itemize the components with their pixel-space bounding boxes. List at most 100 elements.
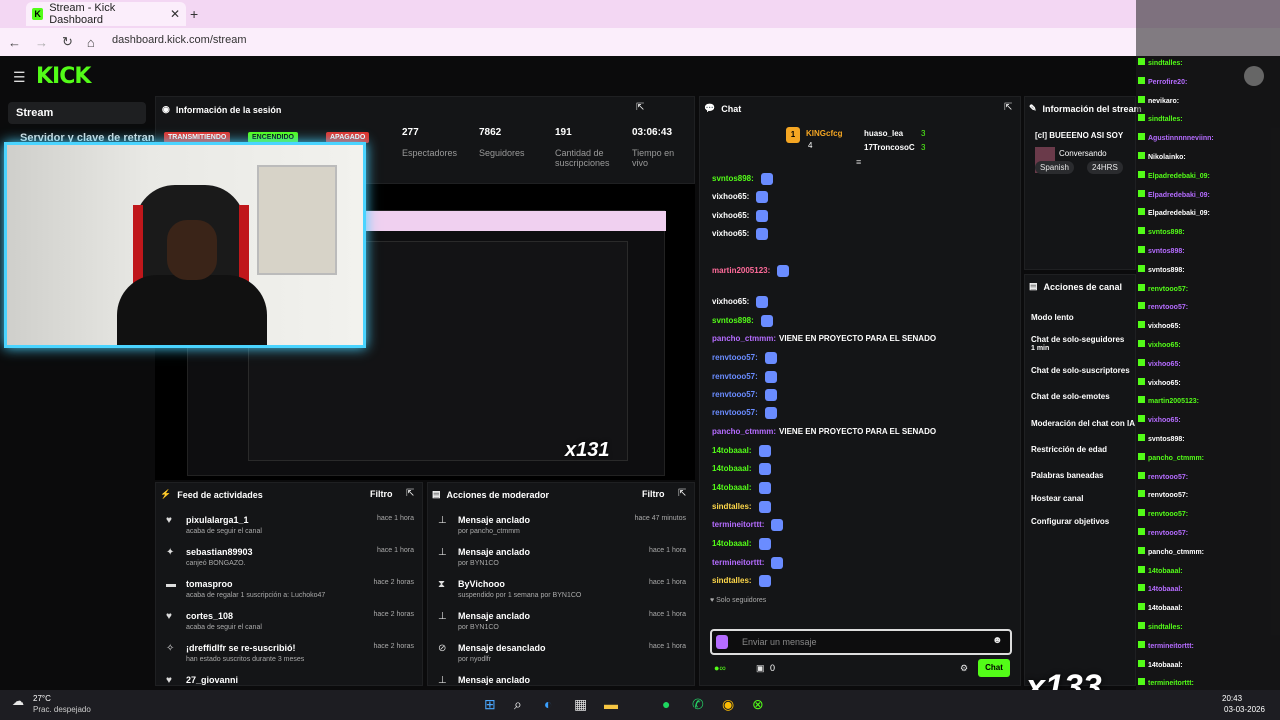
points-icon[interactable]: ●∞ — [714, 663, 726, 673]
chat-message[interactable]: 14tobaaal: — [712, 463, 771, 475]
chat-username[interactable]: pancho_ctmmm: — [712, 334, 776, 343]
chat-input[interactable]: Enviar un mensaje — [742, 637, 817, 647]
list-item[interactable]: ⊥ Mensaje anclado por BYN1CO hace 1 hora — [438, 611, 686, 631]
chat-username[interactable]: vixhoo65: — [712, 211, 749, 220]
followers-only-toggle[interactable]: Chat de solo-seguidores — [1031, 335, 1124, 344]
chat-username[interactable]: renvtooo57: — [712, 353, 758, 362]
list-item[interactable]: ⊘ Mensaje desanclado por nyodlfr hace 1 hor… — [438, 643, 686, 663]
chat-username[interactable]: sindtalles: — [712, 576, 752, 585]
chat-message[interactable]: sindtalles: — [712, 575, 771, 587]
chat-username[interactable]: vixhoo65: — [712, 297, 749, 306]
chat-message[interactable]: 14tobaaal: — [712, 482, 771, 494]
whatsapp-icon[interactable]: ✆ — [692, 696, 704, 713]
chrome-icon[interactable]: ◉ — [722, 696, 734, 713]
avatar[interactable] — [1244, 66, 1264, 86]
search-icon[interactable]: ⌕ — [514, 696, 522, 713]
list-item[interactable]: ✧ ¡dreffidlfr se re-suscribió! han estado … — [166, 643, 414, 663]
popout-icon[interactable]: ⇱ — [1004, 102, 1012, 113]
back-icon[interactable]: ← — [8, 35, 21, 50]
subs-only-toggle[interactable]: Chat de solo-suscriptores — [1031, 366, 1130, 375]
xbox-icon[interactable]: ⊗ — [752, 696, 764, 713]
list-item[interactable]: ▬ tomasproo acaba de regalar 1 suscripción… — [166, 579, 414, 599]
chat-message[interactable]: vixhoo65: — [712, 191, 769, 203]
folder-icon[interactable]: ▬ — [604, 696, 618, 712]
list-item[interactable]: ⊥ Mensaje anclado por BYN1CO hace 1 hora — [438, 547, 686, 567]
store-icon[interactable]: ▦ — [574, 696, 587, 713]
chat-message[interactable]: pancho_ctmmm: VIENE EN PROYECTO PARA EL S… — [712, 426, 952, 438]
goals-button[interactable]: Configurar objetivos — [1031, 517, 1109, 526]
popout-icon[interactable]: ⇱ — [636, 102, 644, 113]
chat-message[interactable]: termineitorttt: — [712, 519, 784, 531]
list-item[interactable]: ✦ sebastian89903 canjeó BONGAZO. hace 1 hor… — [166, 547, 414, 567]
filter-button[interactable]: Filtro — [642, 489, 665, 499]
chat-username[interactable]: 14tobaaal: — [712, 539, 752, 548]
chat-username[interactable]: vixhoo65: — [712, 192, 749, 201]
slow-mode-toggle[interactable]: Modo lento — [1031, 313, 1074, 322]
chat-message[interactable]: renvtooo57: — [712, 371, 777, 383]
list-item[interactable]: ⧗ ByVichooo suspendido por 1 semana por BY… — [438, 579, 686, 599]
banned-words-button[interactable]: Palabras baneadas — [1031, 471, 1103, 480]
chat-message[interactable]: svntos898: — [712, 315, 773, 327]
url-field[interactable]: dashboard.kick.com/stream — [112, 34, 247, 46]
sidebar-item-stream[interactable]: Stream — [8, 102, 146, 124]
forward-icon[interactable]: → — [35, 35, 48, 50]
chat-message[interactable]: vixhoo65: — [712, 296, 769, 308]
edge-icon[interactable]: ◐ — [544, 696, 552, 712]
chat-username[interactable]: 14tobaaal: — [712, 446, 752, 455]
list-item[interactable]: ⊥ Mensaje anclado — [438, 675, 686, 688]
list-item[interactable]: ⊥ Mensaje anclado por pancho_ctmmm hace 47 … — [438, 515, 686, 535]
chat-message[interactable]: 14tobaaal: — [712, 538, 771, 550]
spotify-icon[interactable]: ● — [662, 696, 670, 712]
popout-icon[interactable]: ⇱ — [406, 488, 414, 499]
chat-username[interactable]: 14tobaaal: — [712, 464, 752, 473]
reload-icon[interactable]: ↻ — [62, 34, 73, 50]
list-item[interactable]: ♥ 27_giovanni — [166, 675, 414, 688]
chat-message[interactable]: 14tobaaal: — [712, 445, 771, 457]
list-item[interactable]: ♥ pixulalarga1_1 acaba de seguir el canal h… — [166, 515, 414, 535]
emotes-only-toggle[interactable]: Chat de solo-emotes — [1031, 392, 1110, 401]
chat-username[interactable]: svntos898: — [712, 316, 754, 325]
browser-tab[interactable]: K Stream - Kick Dashboard ✕ — [26, 2, 186, 26]
host-channel-button[interactable]: Hostear canal — [1031, 494, 1083, 503]
chat-username[interactable]: sindtalles: — [712, 502, 752, 511]
mic-icon[interactable] — [716, 635, 728, 649]
close-tab-icon[interactable]: ✕ — [170, 7, 180, 21]
overlay-chat-line: vixhoo65: — [1138, 340, 1181, 349]
menu-icon[interactable]: ☰ — [13, 69, 26, 86]
chat-username[interactable]: vixhoo65: — [712, 229, 749, 238]
chat-username[interactable]: martin2005123: — [712, 266, 770, 275]
chat-username[interactable]: renvtooo57: — [712, 372, 758, 381]
home-icon[interactable]: ⌂ — [87, 35, 95, 50]
emoji-icon[interactable]: ☻ — [992, 635, 1003, 646]
chat-username[interactable]: svntos898: — [712, 174, 754, 183]
chat-message[interactable]: termineitorttt: — [712, 557, 784, 569]
popout-icon[interactable]: ⇱ — [678, 488, 686, 499]
chat-message[interactable]: renvtooo57: — [712, 352, 777, 364]
send-chat-button[interactable]: Chat — [978, 659, 1010, 677]
chat-username[interactable]: renvtooo57: — [712, 408, 758, 417]
start-icon[interactable]: ⊞ — [484, 696, 496, 713]
chat-message[interactable]: vixhoo65: — [712, 228, 769, 240]
gift-icon[interactable]: ▣ — [756, 663, 765, 674]
chat-message[interactable]: martin2005123: — [712, 265, 790, 277]
chat-username[interactable]: termineitorttt: — [712, 558, 764, 567]
chat-message[interactable]: sindtalles: — [712, 501, 771, 513]
kick-logo[interactable]: KICK — [36, 64, 91, 89]
new-tab-icon[interactable]: + — [190, 6, 198, 22]
ai-moderation-toggle[interactable]: Moderación del chat con IA — [1031, 419, 1135, 428]
chat-message[interactable]: renvtooo57: — [712, 407, 777, 419]
chat-username[interactable]: pancho_ctmmm: — [712, 427, 776, 436]
list-item[interactable]: ♥ cortes_108 acaba de seguir el canal hace … — [166, 611, 414, 631]
gear-icon[interactable]: ⚙ — [960, 663, 968, 674]
chat-message[interactable]: vixhoo65: — [712, 210, 769, 222]
age-restriction-toggle[interactable]: Restricción de edad — [1031, 445, 1107, 454]
chat-message[interactable]: renvtooo57: — [712, 389, 777, 401]
chat-message[interactable]: pancho_ctmmm: VIENE EN PROYECTO PARA EL S… — [712, 333, 952, 345]
filter-button[interactable]: Filtro — [370, 489, 393, 499]
chat-message[interactable]: svntos898: — [712, 173, 773, 185]
chevron-down-icon[interactable]: ≡ — [856, 157, 861, 167]
chat-username[interactable]: renvtooo57: — [712, 390, 758, 399]
chat-username[interactable]: termineitorttt: — [712, 520, 764, 529]
chat-input-box[interactable]: Enviar un mensaje ☻ — [710, 629, 1012, 655]
chat-username[interactable]: 14tobaaal: — [712, 483, 752, 492]
